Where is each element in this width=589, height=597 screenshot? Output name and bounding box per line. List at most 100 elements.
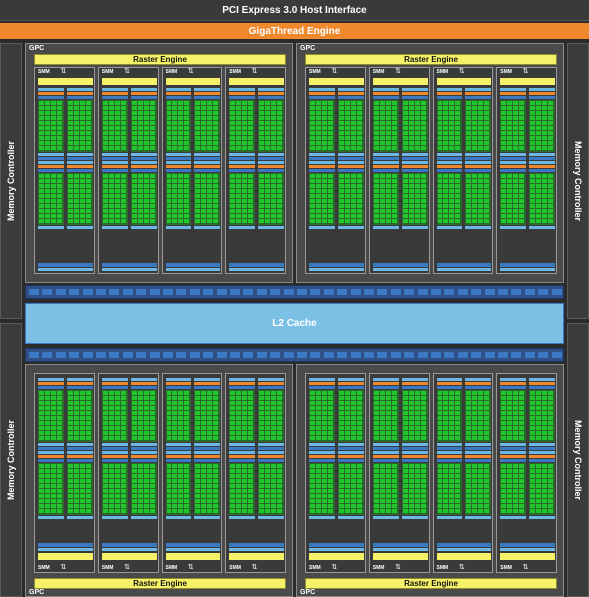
dispatch-unit — [529, 459, 555, 462]
cuda-core — [385, 479, 391, 483]
cuda-core — [449, 199, 455, 203]
dispatch-unit — [309, 169, 335, 172]
cuda-core — [236, 411, 242, 415]
cuda-core — [327, 489, 333, 493]
cuda-core — [265, 116, 271, 120]
cuda-core — [420, 111, 426, 115]
cuda-core — [195, 111, 201, 115]
cuda-core — [344, 464, 350, 468]
cuda-core — [385, 391, 391, 395]
cuda-core — [201, 146, 207, 150]
register-file — [465, 226, 492, 229]
cuda-core — [414, 204, 420, 208]
cuda-core — [50, 509, 56, 513]
cuda-core — [108, 184, 114, 188]
cuda-core — [466, 406, 472, 410]
cuda-core — [137, 219, 143, 223]
cuda-core — [373, 479, 379, 483]
cuda-core — [530, 499, 536, 503]
cuda-core — [131, 189, 137, 193]
cuda-core — [166, 509, 172, 513]
cuda-core — [248, 391, 254, 395]
cuda-core — [484, 479, 490, 483]
cuda-core-grid — [529, 463, 555, 515]
cuda-core — [137, 474, 143, 478]
cuda-core — [379, 121, 385, 125]
cuda-core — [530, 489, 536, 493]
cuda-core — [102, 469, 108, 473]
cuda-core — [143, 499, 149, 503]
cuda-core — [484, 406, 490, 410]
cuda-core — [350, 214, 356, 218]
shared-memory — [229, 548, 284, 551]
dispatch-unit — [401, 96, 428, 99]
cuda-core — [131, 499, 137, 503]
register-file — [258, 516, 284, 519]
register-file — [229, 516, 256, 519]
cuda-core — [137, 106, 143, 110]
cuda-core-grid — [337, 463, 364, 515]
cuda-core — [513, 494, 519, 498]
cuda-core — [131, 509, 137, 513]
cuda-core — [131, 116, 137, 120]
register-file — [130, 153, 157, 156]
cuda-core — [271, 199, 277, 203]
cuda-core — [327, 214, 333, 218]
cuda-core — [414, 509, 420, 513]
cuda-core-grid — [529, 100, 555, 152]
gpc-label: GPC — [29, 589, 45, 596]
cuda-core — [315, 101, 321, 105]
cuda-core — [466, 504, 472, 508]
cuda-core — [265, 469, 271, 473]
cuda-core — [172, 146, 178, 150]
cuda-core — [536, 401, 542, 405]
cuda-core — [236, 131, 242, 135]
cuda-core — [327, 391, 333, 395]
cuda-core — [449, 411, 455, 415]
cuda-core — [108, 194, 114, 198]
cuda-core — [230, 411, 236, 415]
cuda-core — [166, 426, 172, 430]
cuda-core — [391, 136, 397, 140]
cuda-core — [373, 494, 379, 498]
cuda-core — [373, 499, 379, 503]
cuda-core — [73, 391, 79, 395]
l2-slice — [69, 352, 80, 358]
cuda-core — [44, 494, 50, 498]
cuda-core — [385, 219, 391, 223]
cuda-core — [149, 416, 155, 420]
cuda-core — [85, 184, 91, 188]
cuda-core — [85, 509, 91, 513]
cuda-core — [178, 421, 184, 425]
cuda-core — [137, 116, 143, 120]
cuda-core — [402, 106, 408, 110]
cuda-core — [248, 416, 254, 420]
cuda-core — [356, 209, 362, 213]
cuda-core — [507, 479, 513, 483]
cuda-core — [271, 214, 277, 218]
cuda-core — [39, 391, 44, 395]
cuda-core — [149, 406, 155, 410]
cuda-core — [402, 464, 408, 468]
cuda-core — [265, 499, 271, 503]
cuda-core — [338, 111, 344, 115]
cuda-core — [350, 494, 356, 498]
cuda-core — [120, 174, 126, 178]
cuda-core — [420, 416, 426, 420]
cuda-core — [385, 436, 391, 440]
cuda-core — [548, 431, 553, 435]
cuda-core — [356, 136, 362, 140]
cuda-core — [519, 504, 525, 508]
cuda-core — [108, 146, 114, 150]
cuda-core — [114, 406, 120, 410]
cuda-core — [501, 464, 507, 468]
instruction-buffer — [529, 161, 555, 164]
cuda-core — [67, 474, 73, 478]
cuda-core — [50, 436, 56, 440]
cuda-core — [321, 214, 327, 218]
warp-scheduler — [372, 92, 399, 95]
cuda-core — [184, 111, 190, 115]
cuda-core — [184, 391, 190, 395]
cuda-core — [391, 469, 397, 473]
warp-scheduler — [465, 455, 492, 458]
